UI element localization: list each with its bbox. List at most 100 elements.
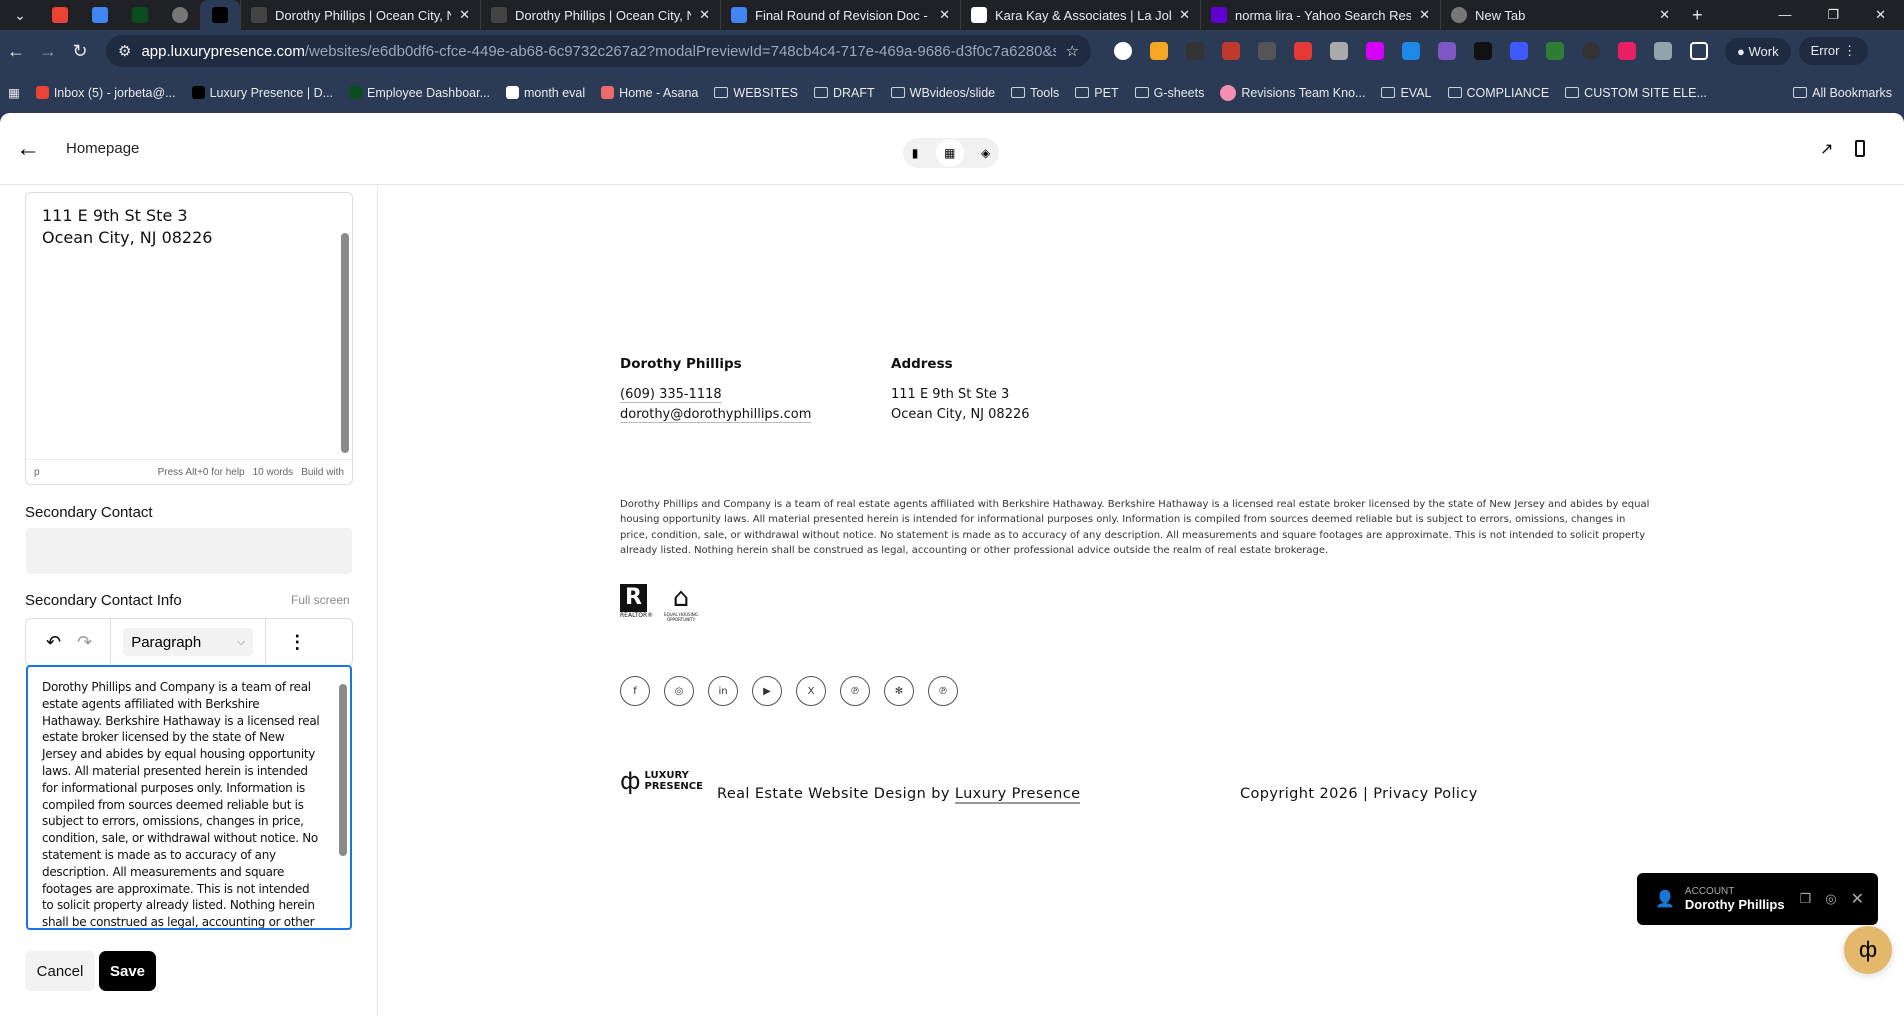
url-input[interactable]: ⚙ app.luxurypresence.com/websites/e6db0d… — [106, 35, 1091, 67]
extension-icon[interactable] — [1186, 42, 1204, 60]
page-icon[interactable]: ▮ — [912, 146, 919, 160]
close-icon[interactable]: ✕ — [1851, 889, 1864, 909]
bookmark-item[interactable]: DRAFT — [813, 85, 875, 101]
all-bookmarks[interactable]: All Bookmarks — [1793, 86, 1904, 100]
close-icon[interactable]: ✕ — [699, 7, 710, 23]
error-menu-button[interactable]: Error ⋮ — [1798, 37, 1869, 65]
secondary-info-editor[interactable]: Dorothy Phillips and Company is a team o… — [26, 665, 352, 930]
bookmark-item[interactable]: WBvideos/slide — [890, 85, 995, 101]
pinterest-icon[interactable]: ℗ — [840, 676, 870, 706]
new-tab-button[interactable]: + — [1692, 5, 1703, 26]
forward-icon[interactable]: → — [32, 41, 64, 62]
bookmark-item[interactable]: Inbox (5) - jorbeta@... — [35, 85, 176, 101]
folder-icon — [1793, 87, 1808, 98]
profile-button[interactable]: ● Work — [1725, 37, 1791, 65]
bookmark-item[interactable]: EVAL — [1381, 85, 1432, 101]
tab[interactable]: Dorothy Phillips | Ocean City, N ✕ — [480, 0, 720, 30]
facebook-icon[interactable]: f — [620, 676, 650, 706]
extension-icon[interactable] — [1402, 42, 1420, 60]
close-icon[interactable]: ✕ — [939, 7, 950, 23]
pinterest-icon[interactable]: ℗ — [928, 676, 958, 706]
cancel-button[interactable]: Cancel — [25, 951, 95, 991]
site-settings-icon[interactable]: ⚙ — [118, 42, 131, 60]
contact-name: Dorothy Phillips — [620, 356, 742, 372]
tab-search-button[interactable]: ⌄ — [0, 0, 40, 30]
bookmark-star-icon[interactable]: ☆ — [1066, 42, 1079, 60]
close-icon[interactable]: ✕ — [1179, 7, 1190, 23]
bookmark-item[interactable]: month eval — [506, 85, 585, 101]
redo-icon[interactable]: ↷ — [77, 632, 92, 653]
apps-grid-icon[interactable]: ▦ — [8, 85, 20, 100]
reload-icon[interactable]: ↻ — [64, 41, 96, 62]
secondary-contact-input[interactable] — [26, 528, 352, 574]
grid-icon[interactable]: ▦ — [935, 139, 964, 167]
bookmark-item[interactable]: CUSTOM SITE ELE... — [1565, 85, 1707, 101]
back-icon[interactable]: ← — [0, 41, 32, 62]
bookmark-item[interactable]: Employee Dashboar... — [349, 85, 490, 101]
bookmark-item[interactable]: COMPLIANCE — [1447, 85, 1549, 101]
youtube-icon[interactable]: ▶ — [752, 676, 782, 706]
bookmark-item[interactable]: Home - Asana — [601, 85, 698, 101]
pinned-tab-luxury[interactable] — [200, 0, 240, 30]
tab[interactable]: norma lira - Yahoo Search Resul ✕ — [1200, 0, 1440, 30]
x-icon[interactable]: X — [796, 676, 826, 706]
minimize-icon[interactable]: — — [1778, 7, 1791, 23]
bookmark-item[interactable]: PET — [1075, 85, 1119, 101]
tab[interactable]: Dorothy Phillips | Ocean City, N ✕ — [240, 0, 480, 30]
back-arrow-icon[interactable]: ← — [16, 135, 40, 163]
pinned-tab-globe[interactable] — [160, 0, 200, 30]
tab[interactable]: New Tab ✕ — [1440, 0, 1680, 30]
format-select[interactable]: Paragraph ⌵ — [123, 628, 254, 656]
extension-icon[interactable] — [1510, 42, 1528, 60]
close-icon[interactable]: ✕ — [1659, 7, 1670, 23]
tab[interactable]: Kara Kay & Associates | La Jolla ✕ — [960, 0, 1200, 30]
privacy-policy-link[interactable]: Privacy Policy — [1373, 786, 1477, 802]
save-button[interactable]: Save — [99, 951, 156, 991]
extension-icon[interactable] — [1114, 42, 1132, 60]
extension-icon[interactable] — [1474, 42, 1492, 60]
restore-icon[interactable]: ❐ — [1827, 7, 1839, 23]
instagram-icon[interactable]: ◎ — [664, 676, 694, 706]
bookmark-item[interactable]: G-sheets — [1134, 85, 1204, 101]
close-icon[interactable]: ✕ — [459, 7, 470, 23]
bookmark-item[interactable]: Luxury Presence | D... — [191, 85, 333, 101]
camera-icon[interactable] — [1330, 42, 1348, 60]
shield-icon[interactable] — [1654, 42, 1672, 60]
scrollbar[interactable] — [341, 233, 349, 453]
extension-icon[interactable] — [1618, 42, 1636, 60]
full-screen-link[interactable]: Full screen — [291, 593, 350, 607]
extension-icon[interactable] — [1150, 42, 1168, 60]
paint-bucket-icon[interactable]: ◈ — [981, 146, 990, 160]
more-options-icon[interactable]: ⋮ — [288, 632, 306, 653]
bookmark-item[interactable]: WEBSITES — [714, 85, 798, 101]
close-icon[interactable]: ✕ — [1419, 7, 1430, 23]
extension-icon[interactable] — [1222, 42, 1240, 60]
phone-link[interactable]: (609) 335-1118 — [620, 387, 722, 403]
copy-icon[interactable]: ❐ — [1800, 891, 1812, 907]
scrollbar[interactable] — [339, 684, 347, 856]
luxury-presence-link[interactable]: Luxury Presence — [954, 786, 1081, 804]
hide-icon[interactable]: ◎ — [1825, 891, 1836, 907]
luxury-presence-fab[interactable]: ф — [1844, 926, 1892, 974]
extension-icon[interactable] — [1438, 42, 1456, 60]
pinned-tab-calendar[interactable] — [80, 0, 120, 30]
mobile-view-icon[interactable] — [1855, 140, 1865, 157]
camera-icon[interactable] — [1258, 42, 1276, 60]
tab[interactable]: Final Round of Revision Doc - D ✕ — [720, 0, 960, 30]
bookmark-item[interactable]: Tools — [1011, 85, 1059, 101]
linkedin-icon[interactable]: in — [708, 676, 738, 706]
open-external-icon[interactable]: ↗ — [1820, 139, 1833, 159]
pinned-tab-dashboard[interactable] — [120, 0, 160, 30]
extension-icon[interactable] — [1582, 42, 1600, 60]
yelp-icon[interactable]: ✻ — [884, 676, 914, 706]
extensions-puzzle-icon[interactable] — [1690, 42, 1708, 60]
pinned-tab-gmail[interactable] — [40, 0, 80, 30]
extension-icon[interactable] — [1294, 42, 1312, 60]
undo-icon[interactable]: ↶ — [46, 632, 61, 653]
bookmark-item[interactable]: Revisions Team Kno... — [1220, 84, 1365, 101]
address-editor[interactable]: 111 E 9th St Ste 3 Ocean City, NJ 08226 … — [25, 192, 353, 485]
download-icon[interactable] — [1366, 42, 1384, 60]
window-close-icon[interactable]: ✕ — [1875, 7, 1886, 23]
email-link[interactable]: dorothy@dorothyphillips.com — [620, 407, 812, 423]
extension-icon[interactable] — [1546, 42, 1564, 60]
